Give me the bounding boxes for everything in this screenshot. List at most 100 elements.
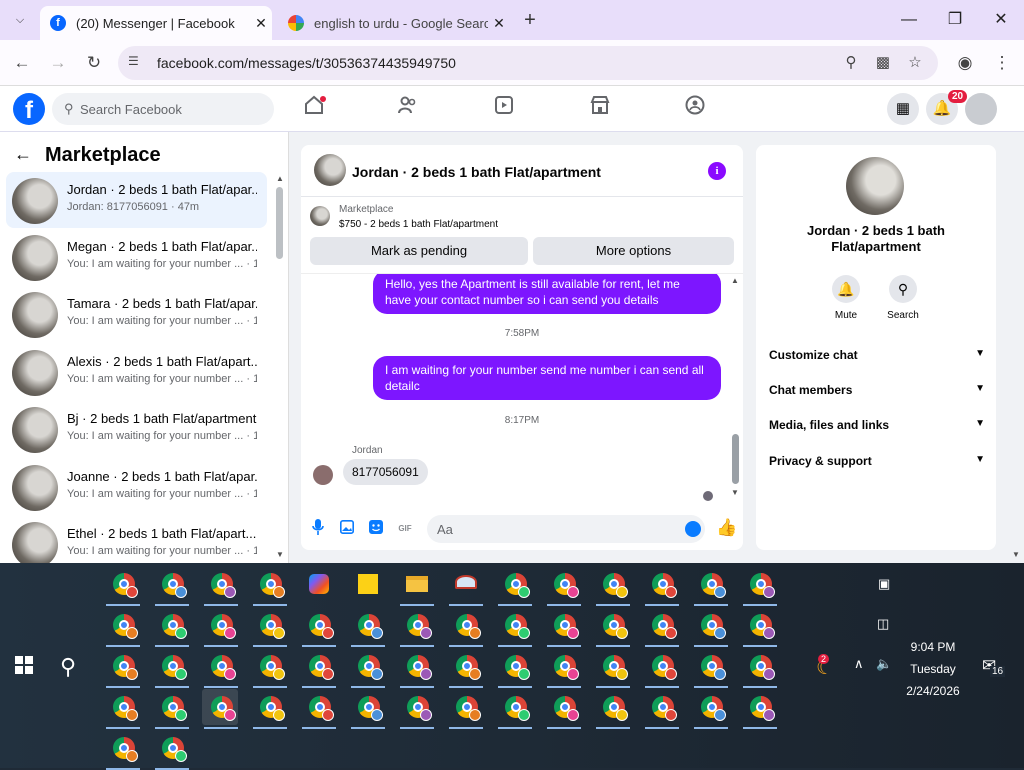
chrome-profile-icon[interactable] [251,648,287,688]
message-scrollbar[interactable] [732,434,739,484]
chrome-profile-icon[interactable] [447,607,483,647]
friends-icon[interactable] [393,94,423,124]
close-tab-icon[interactable]: ✕ [488,15,510,32]
menu-icon[interactable]: ⋮ [989,50,1015,76]
more-options-button[interactable]: More options [533,237,734,265]
chrome-profile-icon[interactable] [545,648,581,688]
chrome-profile-icon[interactable] [300,689,336,729]
chrome-profile-icon[interactable] [692,648,728,688]
minimize-button[interactable]: — [886,0,932,40]
chrome-profile-icon[interactable] [398,648,434,688]
customize-chat-row[interactable]: Customize chat ▼ [769,348,985,362]
chrome-profile-icon[interactable] [300,648,336,688]
chrome-profile-icon[interactable] [692,689,728,729]
chrome-profile-icon[interactable] [398,689,434,729]
bookmark-star-icon[interactable]: ☆ [904,52,926,74]
zoom-icon[interactable]: ⚲ [840,52,862,74]
conversation-item[interactable]: Bj · 2 beds 1 bath Flat/apartment You: I… [6,401,267,457]
listing-mini-thumbnail[interactable] [310,206,330,226]
chrome-profile-icon[interactable] [251,566,287,606]
search-in-chat-button[interactable]: ⚲ Search [879,275,927,321]
chrome-profile-icon[interactable] [643,689,679,729]
media-files-links-row[interactable]: Media, files and links ▼ [769,418,985,432]
microphone-icon[interactable] [308,519,328,539]
chrome-profile-icon[interactable] [153,566,189,606]
scroll-down-arrow-icon[interactable]: ▼ [731,488,739,497]
chrome-profile-icon[interactable] [545,566,581,606]
scroll-up-arrow-icon[interactable]: ▲ [731,276,739,285]
gif-icon[interactable]: GIF [395,519,415,539]
file-explorer-icon[interactable] [398,566,434,606]
chrome-profile-icon[interactable] [202,566,238,606]
chrome-profile-icon[interactable] [496,689,532,729]
scroll-down-arrow-icon[interactable]: ▼ [276,550,284,559]
conversation-item[interactable]: Jordan · 2 beds 1 bath Flat/apar... Jord… [6,172,267,228]
chrome-profile-icon[interactable] [153,689,189,729]
conversation-item[interactable]: Ethel · 2 beds 1 bath Flat/apart... You:… [6,516,267,563]
chrome-profile-icon[interactable] [692,607,728,647]
chrome-profile-icon[interactable] [594,607,630,647]
facebook-search[interactable]: ⚲ [52,93,274,125]
show-hidden-icons-chevron[interactable]: ∧ [854,656,864,672]
chrome-profile-icon[interactable] [692,566,728,606]
chrome-profile-icon[interactable] [594,689,630,729]
windows-start-icon[interactable] [15,656,33,674]
privacy-support-row[interactable]: Privacy & support ▼ [769,454,985,468]
page-scroll-down-icon[interactable]: ▼ [1012,550,1020,559]
chrome-profile-icon[interactable] [643,648,679,688]
restore-button[interactable]: ❐ [932,0,978,40]
conversation-item[interactable]: Megan · 2 beds 1 bath Flat/apar... You: … [6,229,267,285]
chat-title[interactable]: Jordan · 2 beds 1 bath Flat/apartment [352,164,601,180]
photo-icon[interactable] [337,519,357,539]
chrome-profile-icon[interactable] [153,648,189,688]
groups-icon[interactable] [680,94,710,124]
chrome-profile-icon[interactable] [104,689,140,729]
sticker-icon[interactable] [366,519,386,539]
chrome-profile-icon[interactable] [741,566,777,606]
emoji-icon[interactable] [685,521,701,537]
chrome-profile-icon[interactable] [741,689,777,729]
chrome-profile-icon[interactable] [594,648,630,688]
volume-icon[interactable]: 🔈 [876,656,892,672]
tab-messenger[interactable]: f (20) Messenger | Facebook ✕ [40,6,272,40]
conversation-item[interactable]: Tamara · 2 beds 1 bath Flat/apar... You:… [6,286,267,342]
chrome-profile-icon[interactable] [643,566,679,606]
chrome-profile-icon[interactable] [251,607,287,647]
search-input[interactable] [80,93,265,125]
chrome-profile-icon[interactable] [153,607,189,647]
chrome-profile-icon[interactable] [496,607,532,647]
reload-button[interactable]: ↻ [81,50,107,76]
mute-button[interactable]: 🔔 Mute [822,275,870,321]
snipping-tool-icon[interactable] [447,566,483,606]
install-app-icon[interactable]: ▩ [872,52,894,74]
chrome-profile-icon[interactable] [545,689,581,729]
listing-photo[interactable] [846,157,904,215]
info-icon[interactable]: i [708,162,726,180]
chrome-profile-icon[interactable] [741,648,777,688]
taskbar-search-icon[interactable]: ⚲ [60,654,76,680]
close-tab-icon[interactable]: ✕ [250,15,272,32]
chrome-profile-icon[interactable] [153,730,189,770]
menu-grid-icon[interactable]: ▦ [887,93,919,125]
chrome-profile-icon[interactable] [104,648,140,688]
chrome-profile-icon[interactable] [104,566,140,606]
chat-members-row[interactable]: Chat members ▼ [769,383,985,397]
listing-price-title[interactable]: $750 - 2 beds 1 bath Flat/apartment [339,219,498,230]
copilot-icon[interactable] [300,566,336,602]
chrome-profile-icon[interactable] [496,648,532,688]
chrome-profile-icon[interactable] [251,689,287,729]
chrome-profile-icon[interactable] [447,648,483,688]
mark-as-pending-button[interactable]: Mark as pending [310,237,528,265]
address-bar[interactable]: ☰ facebook.com/messages/t/30536374435949… [118,46,938,80]
meet-now-icon[interactable]: ▣ [878,576,890,592]
url-text[interactable]: facebook.com/messages/t/3053637443594975… [157,55,456,71]
chat-list-scrollbar[interactable] [276,187,283,259]
chrome-profile-icon[interactable] [741,607,777,647]
conversation-item[interactable]: Joanne · 2 beds 1 bath Flat/apar... You:… [6,459,267,515]
new-tab-button[interactable]: + [520,9,540,31]
chrome-profile-icon[interactable] [349,607,385,647]
chrome-profile-icon[interactable] [496,566,532,606]
back-button[interactable]: ← [9,50,35,76]
sticky-notes-icon[interactable] [349,566,385,602]
chrome-profile-icon[interactable] [202,648,238,688]
